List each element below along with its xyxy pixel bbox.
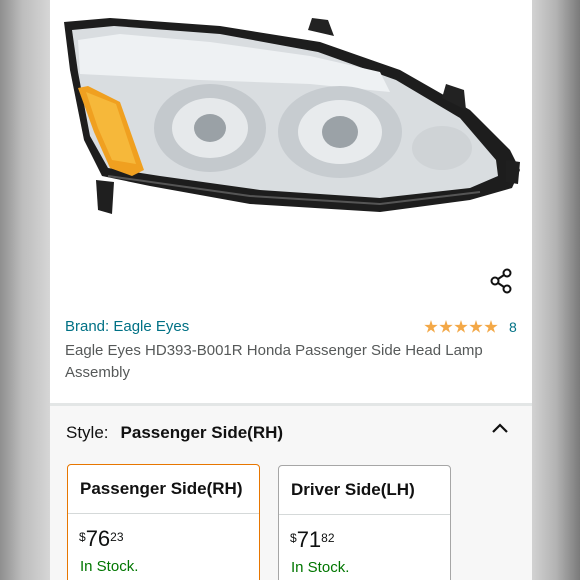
star-icon — [469, 320, 483, 333]
collapse-style-button[interactable] — [490, 420, 510, 436]
product-image — [64, 18, 520, 214]
star-icon — [439, 320, 453, 333]
option-price: $ 76 23 — [79, 527, 124, 551]
price-whole: 71 — [296, 527, 322, 552]
star-icon — [454, 320, 468, 333]
style-label: Style: — [66, 423, 109, 442]
option-price: $ 71 82 — [290, 528, 335, 552]
rating-count[interactable]: 8 — [509, 319, 517, 335]
share-icon — [490, 268, 512, 294]
price-symbol: $ — [79, 530, 86, 544]
option-divider — [68, 513, 259, 514]
price-symbol: $ — [290, 531, 297, 545]
share-button[interactable] — [486, 266, 516, 296]
option-name: Driver Side(LH) — [291, 480, 415, 499]
availability: In Stock. — [291, 559, 350, 576]
brand-link[interactable]: Brand: Eagle Eyes — [65, 318, 189, 335]
background-blur-left — [0, 0, 50, 580]
star-icon — [484, 320, 498, 333]
chevron-up-icon — [492, 423, 508, 433]
price-whole: 76 — [85, 526, 111, 551]
price-fraction: 82 — [321, 531, 335, 545]
option-divider — [279, 514, 450, 515]
product-title: Eagle Eyes HD393-B001R Honda Passenger S… — [65, 342, 483, 381]
style-option-driver-side[interactable]: Driver Side(LH) $ 71 82 In Stock. — [278, 465, 451, 580]
star-icon — [424, 320, 438, 333]
style-header: Style: Passenger Side(RH) — [66, 421, 283, 445]
style-option-passenger-side[interactable]: Passenger Side(RH) $ 76 23 In Stock. — [67, 464, 260, 580]
option-name: Passenger Side(RH) — [80, 479, 243, 498]
price-fraction: 23 — [110, 530, 124, 544]
background-blur-right — [532, 0, 580, 580]
star-rating — [424, 320, 498, 334]
style-value: Passenger Side(RH) — [120, 423, 284, 442]
availability: In Stock. — [80, 558, 139, 575]
product-page: Brand: Eagle Eyes 8 Eagle Eyes HD393-B00… — [50, 0, 532, 580]
rating-summary[interactable]: 8 — [424, 318, 517, 336]
